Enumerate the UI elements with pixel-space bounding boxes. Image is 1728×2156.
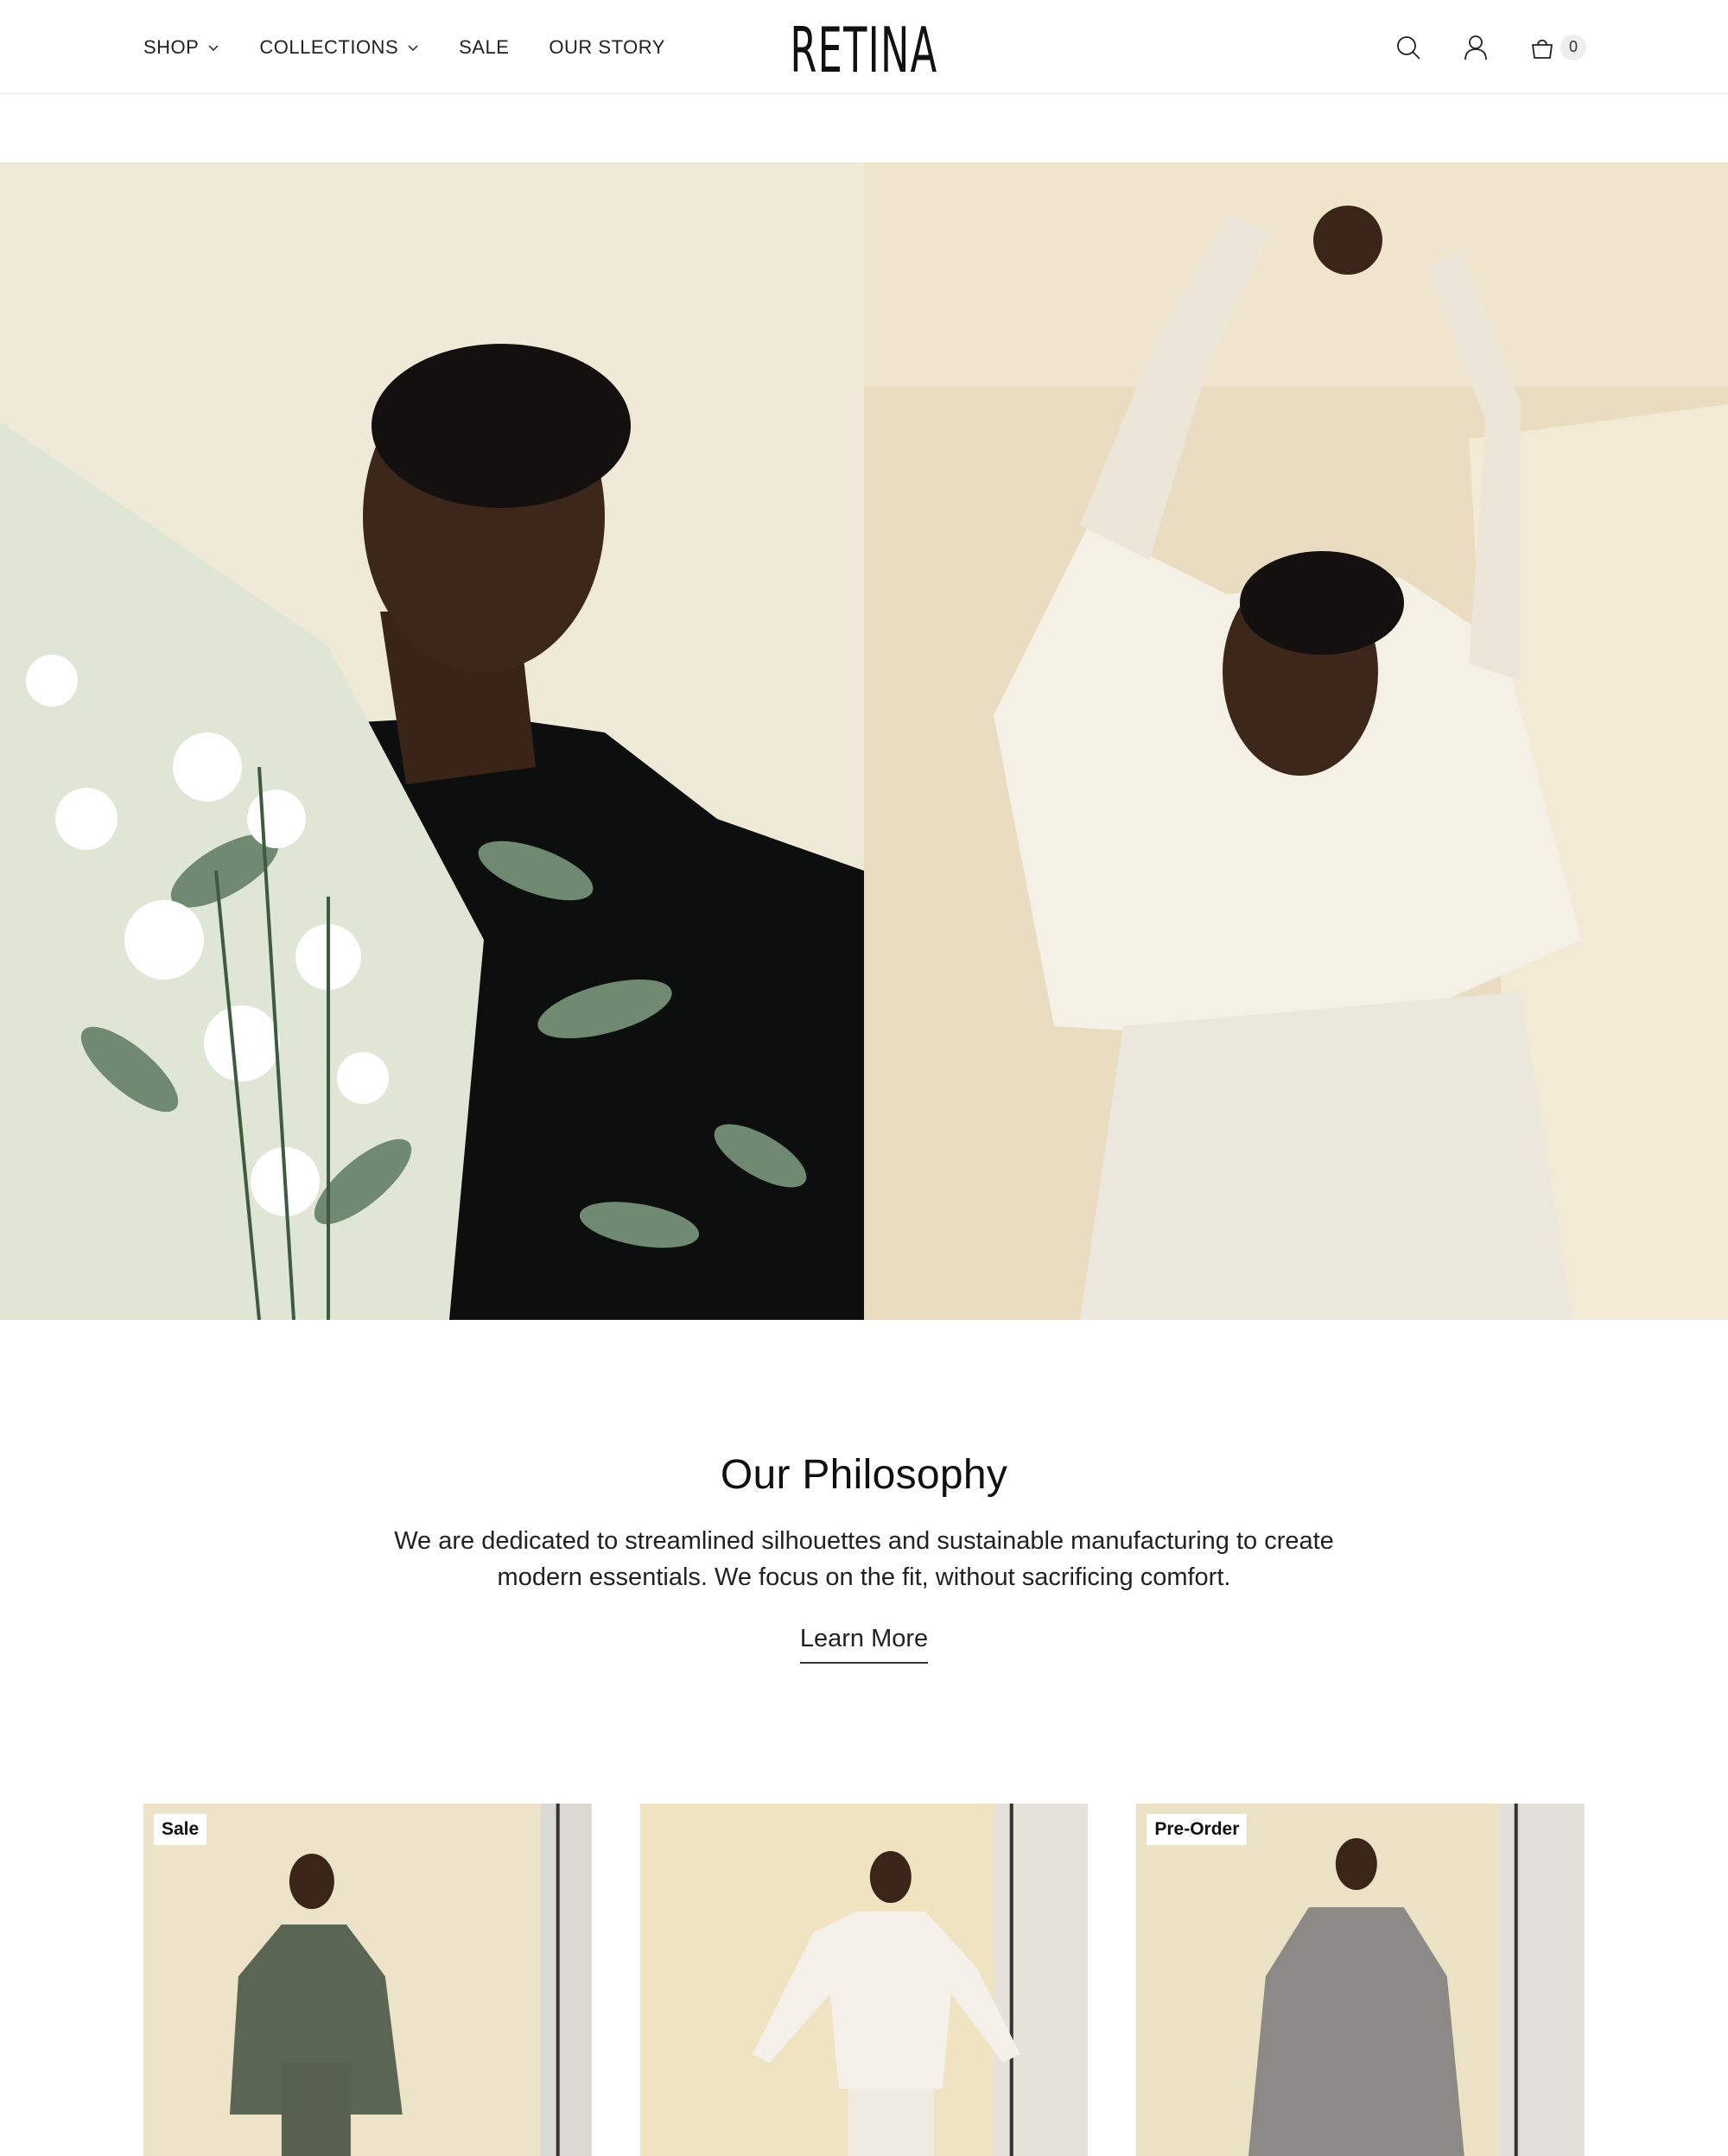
account-icon xyxy=(1464,35,1487,60)
nav-collections-label: COLLECTIONS xyxy=(259,35,399,58)
product-grid: Sale Pre-Order xyxy=(143,1804,1585,2156)
learn-more-link[interactable]: Learn More xyxy=(799,1625,929,1664)
chevron-down-icon xyxy=(408,44,418,51)
main-nav: SHOP COLLECTIONS SALE OUR STORY xyxy=(143,0,665,94)
hero-image-right[interactable] xyxy=(864,162,1728,1320)
product-card[interactable] xyxy=(639,1804,1089,2156)
account-button[interactable] xyxy=(1462,34,1490,61)
sale-badge: Sale xyxy=(154,1814,207,1845)
product-card[interactable]: Pre-Order xyxy=(1136,1804,1585,2156)
nav-shop[interactable]: SHOP xyxy=(143,36,219,59)
philosophy-section: Our Philosophy We are dedicated to strea… xyxy=(0,1451,1728,1664)
header-actions: 0 xyxy=(1394,0,1586,94)
pre-order-badge: Pre-Order xyxy=(1147,1814,1248,1845)
nav-sale[interactable]: SALE xyxy=(459,36,509,59)
cart-button[interactable]: 0 xyxy=(1529,34,1586,60)
grey-oversized-sweater-photo xyxy=(1136,1804,1585,2156)
hero-image-left[interactable] xyxy=(0,162,864,1320)
white-sweater-photo xyxy=(639,1804,1089,2156)
cart-count-badge: 0 xyxy=(1560,34,1586,60)
nav-sale-label: SALE xyxy=(459,35,510,58)
hero-section xyxy=(0,162,1728,1320)
philosophy-text: We are dedicated to streamlined silhouet… xyxy=(394,1527,1334,1591)
nav-our-story[interactable]: OUR STORY xyxy=(549,36,665,59)
philosophy-title: Our Philosophy xyxy=(720,1452,1008,1498)
nav-collections[interactable]: COLLECTIONS xyxy=(259,36,419,59)
cart-icon xyxy=(1532,39,1553,59)
search-icon xyxy=(1397,35,1420,60)
site-header: SHOP COLLECTIONS SALE OUR STORY RETINA 0 xyxy=(0,0,1728,94)
green-corduroy-top-photo xyxy=(143,1804,592,2156)
chevron-down-icon xyxy=(208,44,219,51)
search-button[interactable] xyxy=(1394,34,1422,61)
woman-stretching-arms-photo xyxy=(864,162,1728,1320)
nav-our-story-label: OUR STORY xyxy=(549,35,665,58)
product-card[interactable]: Sale xyxy=(143,1804,592,2156)
woman-holding-bouquet-photo xyxy=(0,162,864,1320)
nav-shop-label: SHOP xyxy=(143,35,200,58)
site-logo[interactable]: RETINA xyxy=(790,14,937,86)
